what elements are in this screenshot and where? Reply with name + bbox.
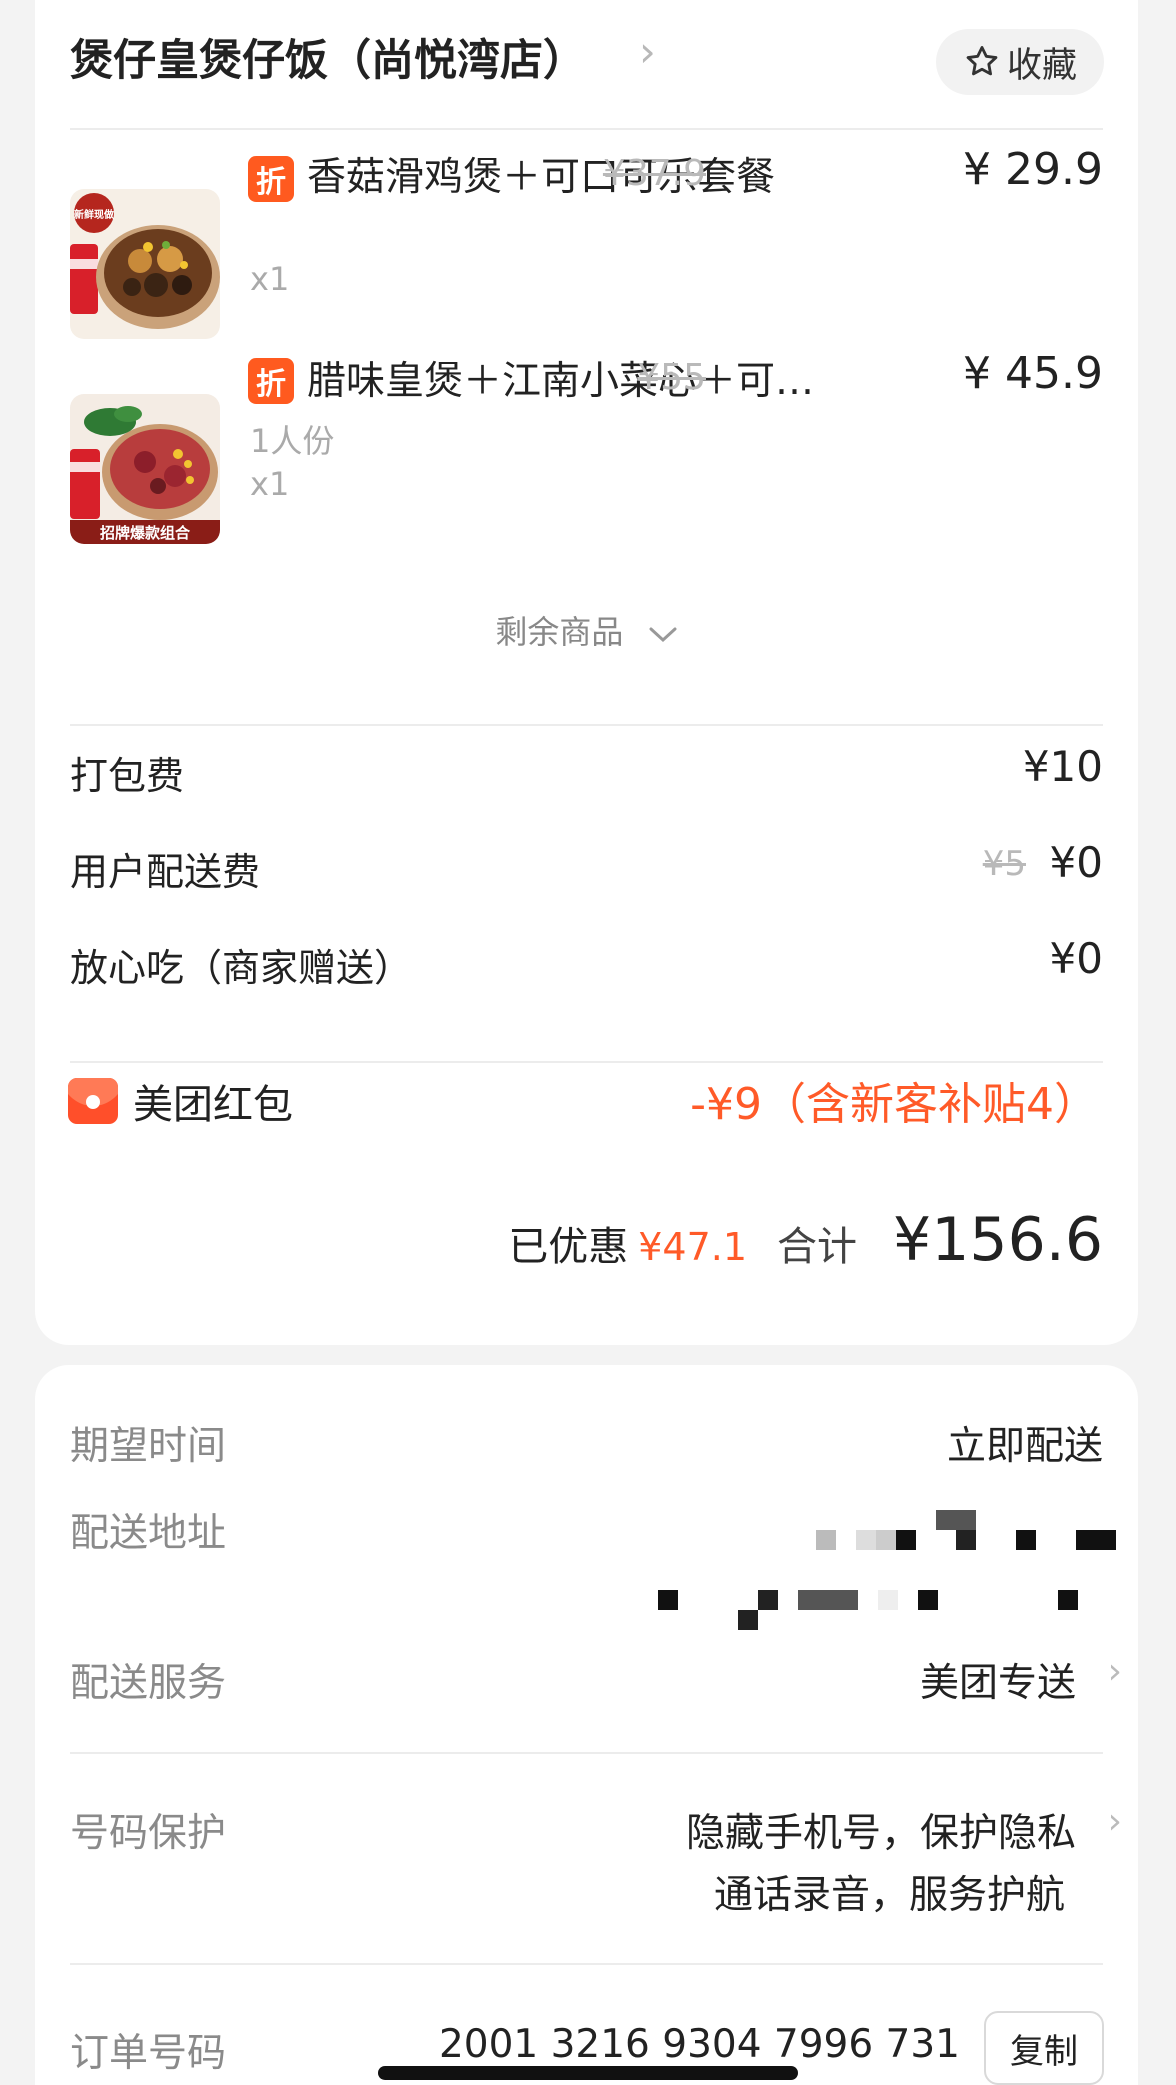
item-original-price: ¥37.9 <box>602 153 706 194</box>
service-label: 配送服务 <box>70 1661 227 1706</box>
privacy-line1[interactable]: 隐藏手机号，保护隐私 <box>686 1802 1076 1858</box>
service-value[interactable]: 美团专送 <box>920 1652 1076 1708</box>
more-items-toggle[interactable]: 剩余商品 <box>35 607 1138 653</box>
chevron-right-icon[interactable]: › <box>639 27 656 76</box>
divider <box>70 1752 1103 1754</box>
delivery-info-card: 期望时间 立即配送 配送地址 配送服务 美团专送 › 号码保护 隐藏手机号，保护… <box>35 1365 1138 2085</box>
item-spec: 1人份 <box>250 422 335 460</box>
delivery-fee-original: ¥5 <box>982 844 1026 884</box>
order-number-value: 2001 3216 9304 7996 731 <box>438 2022 960 2067</box>
more-items-label: 剩余商品 <box>495 613 624 651</box>
red-packet-value[interactable]: -¥9（含新客补贴4） <box>690 1068 1098 1132</box>
chevron-right-icon[interactable]: › <box>1108 1651 1122 1692</box>
item-image-tag: 新鲜现做 <box>74 208 115 221</box>
order-number-label: 订单号码 <box>70 2031 227 2076</box>
chevron-down-icon <box>648 615 678 653</box>
item-image[interactable]: 新鲜现做 <box>70 189 220 339</box>
saved-value: ¥47.1 <box>638 1225 748 1269</box>
privacy-line2: 通话录音，服务护航 <box>713 1873 1065 1918</box>
item-quantity: x1 <box>250 260 290 298</box>
saved-label: 已优惠 <box>508 1224 629 1270</box>
item-name[interactable]: 腊味皇煲＋江南小菜心＋可… <box>307 350 814 406</box>
chevron-right-icon[interactable]: › <box>1108 1801 1122 1842</box>
expected-time-value: 立即配送 <box>946 1424 1103 1469</box>
address-label: 配送地址 <box>70 1511 227 1556</box>
total-value: ¥156.6 <box>893 1205 1103 1275</box>
safe-eat-label: 放心吃（商家赠送） <box>70 946 413 990</box>
total-row: 已优惠 ¥47.1 合计 ¥156.6 <box>508 1205 1103 1275</box>
total-label: 合计 <box>777 1224 858 1270</box>
divider <box>70 1061 1103 1063</box>
divider <box>70 1963 1103 1965</box>
packing-fee-label: 打包费 <box>70 754 185 798</box>
home-indicator[interactable] <box>378 2066 798 2080</box>
divider <box>70 724 1103 726</box>
delivery-fee-label: 用户配送费 <box>70 850 261 894</box>
item-original-price: ¥55 <box>637 357 706 398</box>
star-icon <box>966 46 998 76</box>
delivery-fee-value: ¥0 <box>1049 838 1103 887</box>
favorite-button[interactable]: 收藏 <box>936 29 1104 95</box>
item-quantity: x1 <box>250 465 290 503</box>
expected-time-label: 期望时间 <box>70 1424 227 1469</box>
safe-eat-value: ¥0 <box>1049 934 1103 983</box>
item-price: ¥ 45.9 <box>963 348 1103 399</box>
item-image[interactable]: 招牌爆款组合 <box>70 394 220 544</box>
item-price: ¥ 29.9 <box>963 144 1103 195</box>
order-summary-card: 煲仔皇煲仔饭（尚悦湾店） › 收藏 新鲜现做 折 香菇滑鸡煲＋可口可乐套餐 ¥3… <box>35 0 1138 1345</box>
privacy-label: 号码保护 <box>70 1811 227 1856</box>
discount-badge: 折 <box>248 156 294 202</box>
shop-name[interactable]: 煲仔皇煲仔饭（尚悦湾店） <box>70 26 586 88</box>
divider <box>70 128 1103 130</box>
item-image-banner: 招牌爆款组合 <box>100 524 191 542</box>
favorite-label: 收藏 <box>1006 45 1077 86</box>
red-packet-icon <box>68 1078 118 1124</box>
copy-button[interactable]: 复制 <box>984 2011 1104 2085</box>
discount-badge: 折 <box>248 358 294 404</box>
packing-fee-value: ¥10 <box>1022 742 1103 791</box>
red-packet-label[interactable]: 美团红包 <box>133 1072 293 1130</box>
